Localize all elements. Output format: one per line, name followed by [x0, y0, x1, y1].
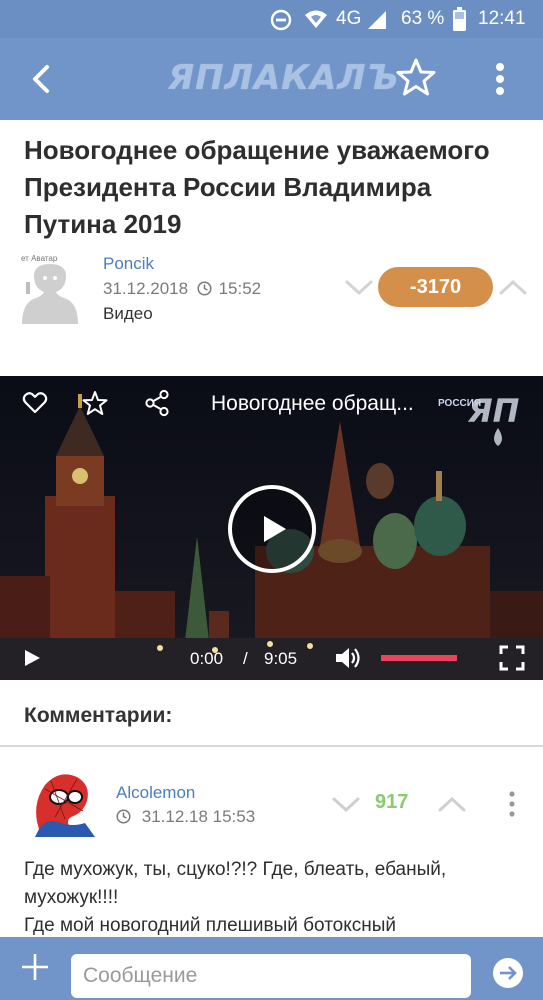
divider — [0, 745, 543, 747]
site-logo[interactable]: ЯПЛАКАЛЪ — [168, 54, 398, 102]
dnd-icon — [270, 9, 292, 31]
vote-down-icon[interactable] — [344, 274, 374, 300]
star-outline-icon[interactable] — [395, 56, 437, 98]
post-datetime: 31.12.2018 15:52 — [103, 279, 261, 299]
more-vertical-icon[interactable] — [485, 58, 515, 100]
battery-percent: 63 % — [401, 8, 445, 29]
video-star-icon[interactable] — [82, 390, 108, 416]
clock-time: 12:41 — [478, 8, 526, 29]
comment-more-icon[interactable] — [504, 788, 520, 820]
volume-slider[interactable] — [381, 655, 457, 661]
video-watermark-logo: ЯП — [467, 392, 520, 446]
play-icon[interactable] — [22, 648, 42, 668]
post-type: Видео — [103, 304, 153, 323]
comment-vote-up-icon[interactable] — [437, 791, 467, 817]
send-icon[interactable] — [492, 957, 524, 989]
comments-heading: Комментарии: — [24, 704, 173, 727]
avatar[interactable]: ет Аватар — [18, 252, 82, 324]
watermark-text: ЯП — [467, 392, 520, 430]
battery-icon — [453, 7, 466, 31]
volume-icon[interactable] — [334, 645, 362, 671]
vote-up-icon[interactable] — [498, 274, 528, 300]
signal-icon — [368, 11, 386, 29]
post-time: 15:52 — [218, 279, 262, 298]
back-arrow-icon[interactable] — [22, 58, 62, 98]
share-icon[interactable] — [144, 389, 170, 417]
comment-avatar[interactable] — [25, 767, 99, 839]
comment-author[interactable]: Alcolemon — [116, 783, 195, 803]
comment-score: 917 — [375, 791, 409, 813]
status-bar: 4G 63 % 12:41 — [0, 0, 543, 38]
video-title: Новогоднее обращ... — [211, 392, 414, 415]
video-duration: 9:05 — [264, 649, 298, 668]
comment-datetime: 31.12.18 15:53 — [116, 807, 255, 827]
post-author[interactable]: Poncik — [103, 254, 154, 274]
network-type: 4G — [336, 8, 362, 29]
comment-datetime-text: 31.12.18 15:53 — [141, 807, 256, 826]
comment-text: Где мухожук, ты, сцуко!?!? Где, блеать, … — [24, 859, 447, 936]
post-date: 31.12.2018 — [103, 279, 189, 298]
app-header: ЯПЛАКАЛЪ — [0, 38, 543, 120]
message-input[interactable] — [71, 954, 471, 998]
fullscreen-icon[interactable] — [499, 645, 525, 671]
wifi-icon — [305, 10, 327, 28]
plus-icon[interactable] — [19, 951, 51, 983]
video-time-separator: / — [243, 649, 248, 668]
avatar-caption: ет Аватар — [21, 254, 58, 263]
screen: 4G 63 % 12:41 ЯПЛАКАЛЪ Новогоднее обраще… — [0, 0, 543, 1000]
post-title: Новогоднее обращение уважаемого Президен… — [24, 135, 490, 239]
clock-icon — [116, 809, 131, 824]
message-input-bar — [0, 937, 543, 1000]
play-large-icon[interactable] — [227, 484, 317, 574]
comment-vote-down-icon[interactable] — [331, 791, 361, 817]
post-rating: -3170 — [378, 267, 493, 307]
heart-icon[interactable] — [22, 390, 48, 416]
video-current-time: 0:00 — [190, 649, 224, 668]
clock-icon — [197, 281, 212, 296]
